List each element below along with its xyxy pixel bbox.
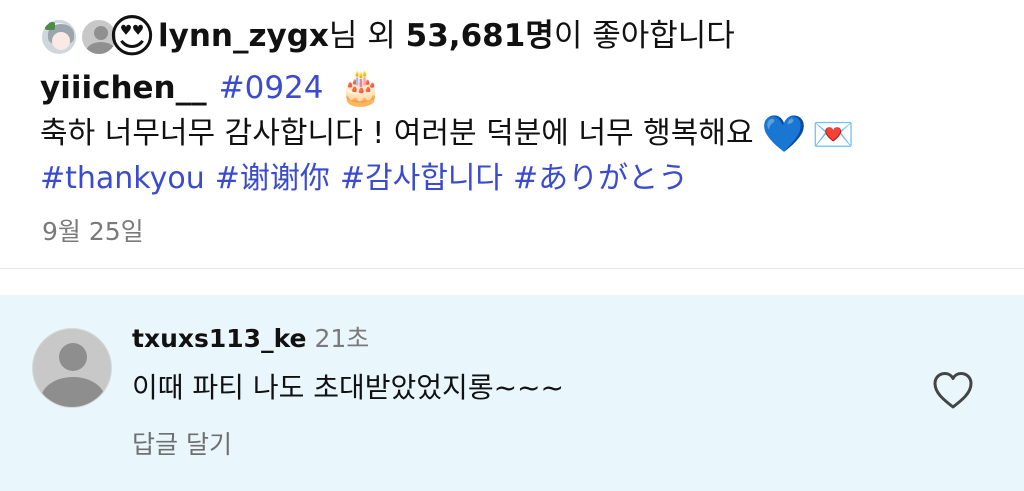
caption-header: yiiichen__ #0924 🎂: [40, 66, 382, 110]
caption-text: 축하 너무너무 감사합니다 ! 여러분 덕분에 너무 행복해요: [40, 116, 754, 151]
likes-summary[interactable]: 😍 lynn_zygx님 외 53,681명이 좋아합니다: [40, 10, 735, 62]
section-gap: [0, 269, 1024, 295]
cake-emoji-icon: 🎂: [339, 68, 382, 108]
default-avatar-icon[interactable]: [32, 328, 112, 408]
love-letter-emoji-icon: 💌: [812, 114, 855, 155]
liker-avatar-1: [40, 18, 78, 56]
hashtag-link[interactable]: #0924: [219, 70, 324, 106]
comment-text: 이때 파티 나도 초대받았었지롱~~~: [132, 371, 564, 404]
caption-hashtags: #thankyou #谢谢你 #감사합니다 #ありがとう: [40, 156, 698, 202]
reply-button[interactable]: 답글 달기: [132, 425, 232, 465]
hashtag-link[interactable]: #ありがとう: [513, 161, 688, 196]
caption-username[interactable]: yiiichen__: [40, 70, 207, 106]
caption-text-line: 축하 너무너무 감사합니다 ! 여러분 덕분에 너무 행복해요 💙 💌: [40, 110, 855, 158]
blue-heart-emoji-icon: 💙: [761, 113, 807, 155]
likes-suffix: 이 좋아합니다: [553, 18, 735, 54]
hashtag-link[interactable]: #thankyou: [40, 161, 205, 196]
likes-text[interactable]: lynn_zygx님 외 53,681명이 좋아합니다: [158, 10, 735, 62]
hashtag-link[interactable]: #감사합니다: [340, 161, 503, 196]
comment-username[interactable]: txuxs113_ke: [132, 324, 306, 353]
heart-outline-icon[interactable]: [930, 369, 976, 411]
liker-avatars: 😍: [40, 10, 162, 62]
likes-count[interactable]: 53,681명: [406, 18, 554, 54]
first-liker-username[interactable]: lynn_zygx: [158, 18, 329, 54]
comment-header: txuxs113_ke 21초: [132, 319, 369, 359]
likes-connector: 님 외: [328, 18, 406, 54]
comment-item: txuxs113_ke 21초 이때 파티 나도 초대받았었지롱~~~ 답글 달기: [0, 295, 1024, 491]
post-date: 9월 25일: [42, 217, 144, 246]
comment-time: 21초: [314, 324, 370, 353]
heart-eyes-emoji-icon: 😍: [108, 9, 156, 63]
post-details: 😍 lynn_zygx님 외 53,681명이 좋아합니다 yiiichen__…: [0, 0, 1024, 268]
hashtag-link[interactable]: #谢谢你: [215, 161, 330, 196]
